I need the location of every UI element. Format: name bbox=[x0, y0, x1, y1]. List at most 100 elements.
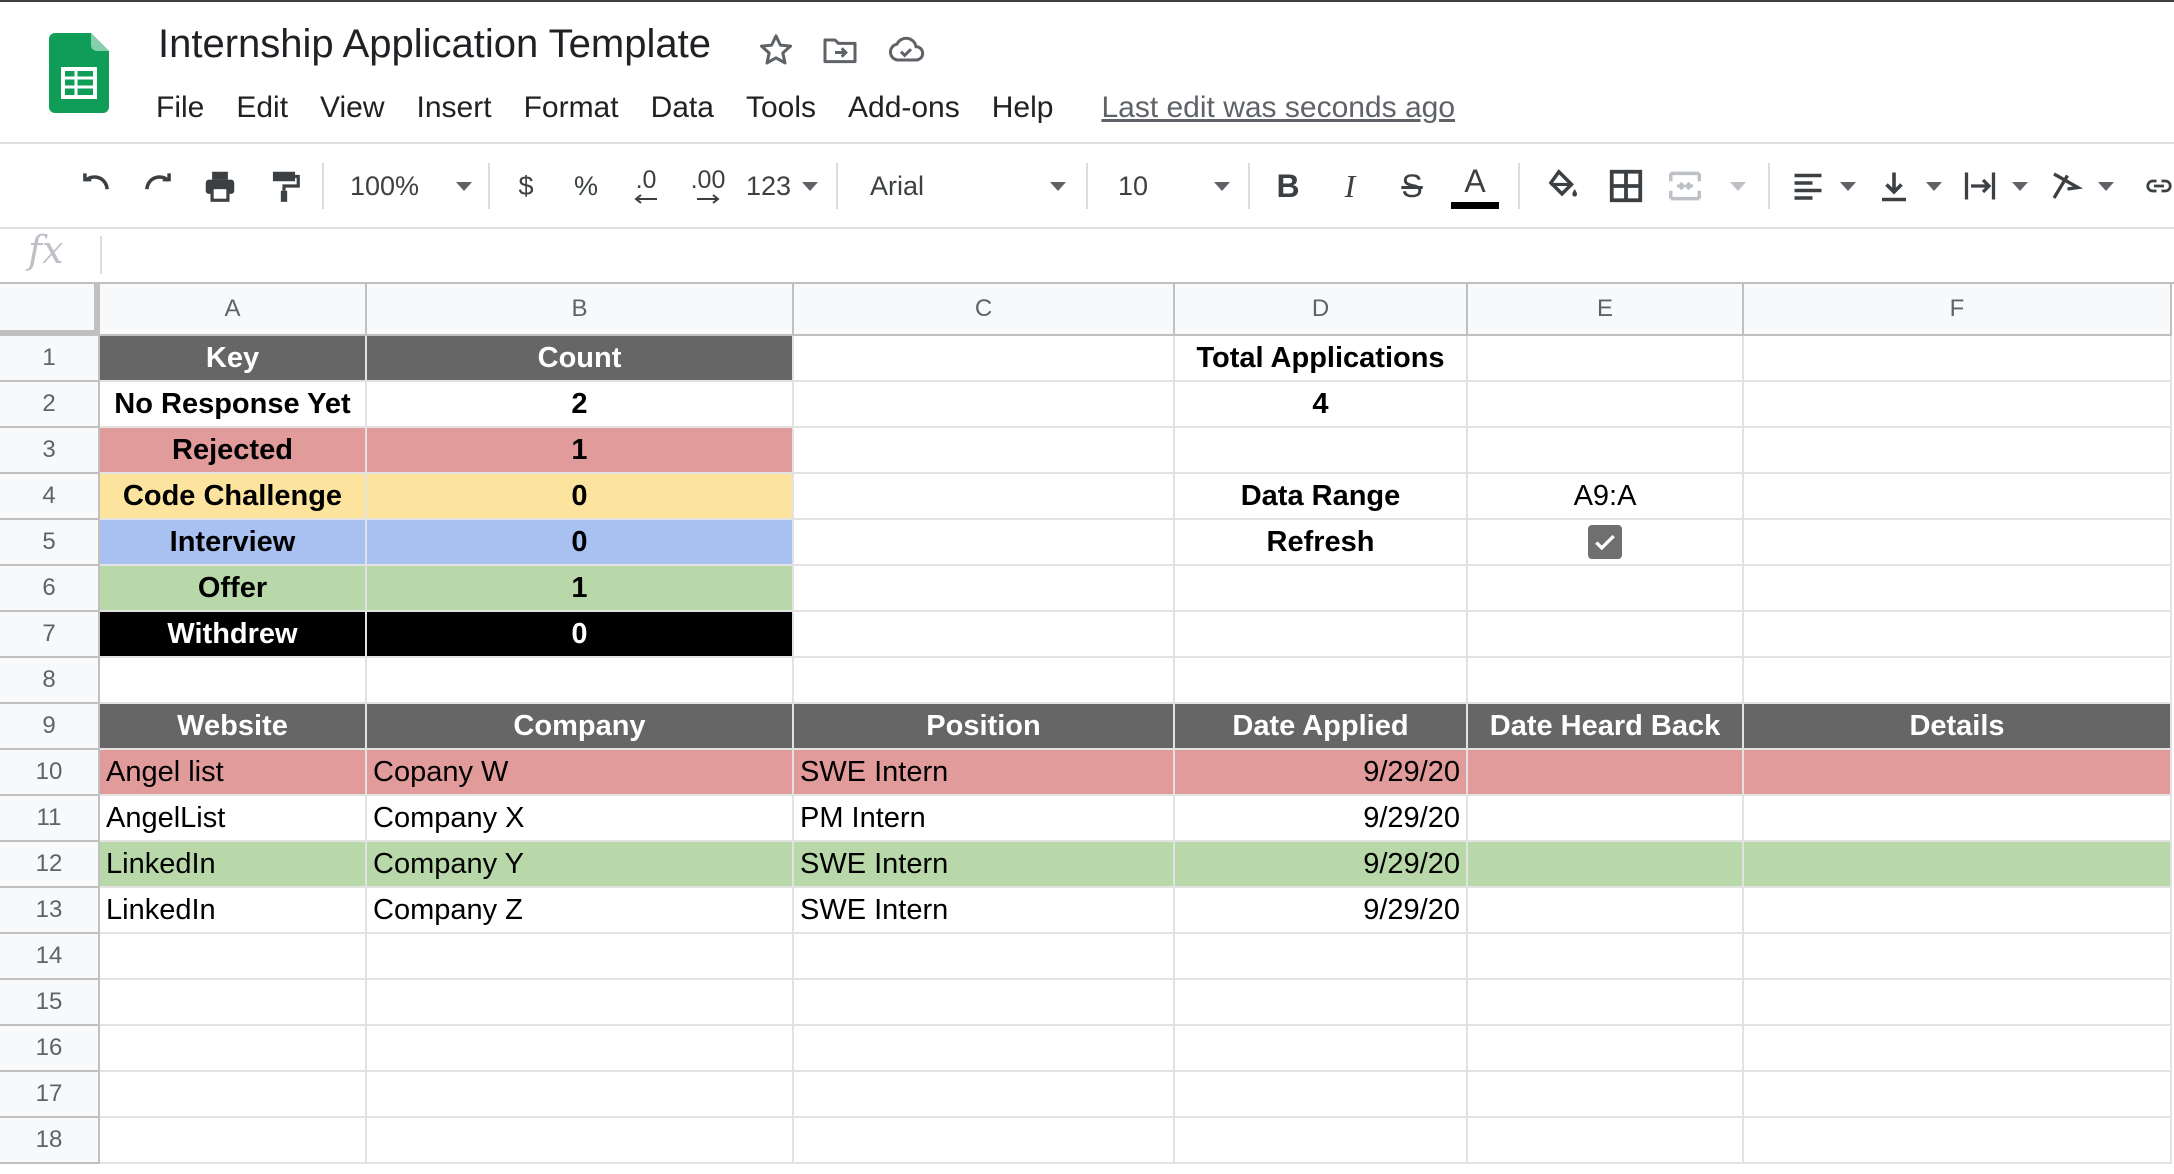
table-header-date-heard-back[interactable]: Date Heard Back bbox=[1468, 704, 1744, 750]
cell-c2[interactable] bbox=[794, 382, 1175, 428]
row-header[interactable]: 13 bbox=[0, 888, 100, 934]
cell-e8[interactable] bbox=[1468, 658, 1744, 704]
decrease-decimal-button[interactable]: .0 bbox=[622, 145, 670, 227]
empty-cell[interactable] bbox=[1468, 1026, 1744, 1072]
undo-button[interactable] bbox=[72, 145, 120, 227]
cell-b5-count[interactable]: 0 bbox=[367, 520, 794, 566]
row-header[interactable]: 16 bbox=[0, 1026, 100, 1072]
menu-add-ons[interactable]: Add-ons bbox=[848, 91, 960, 125]
table-cell-date-heard-back[interactable] bbox=[1468, 842, 1744, 888]
empty-cell[interactable] bbox=[1744, 980, 2172, 1026]
percent-format-button[interactable]: % bbox=[568, 145, 604, 227]
redo-button[interactable] bbox=[134, 145, 182, 227]
table-cell-position[interactable]: PM Intern bbox=[794, 796, 1175, 842]
table-cell-website[interactable]: LinkedIn bbox=[100, 842, 367, 888]
cell-a8[interactable] bbox=[100, 658, 367, 704]
cell-b8[interactable] bbox=[367, 658, 794, 704]
cell-f1[interactable] bbox=[1744, 336, 2172, 382]
row-header[interactable]: 11 bbox=[0, 796, 100, 842]
table-cell-date-heard-back[interactable] bbox=[1468, 750, 1744, 796]
cell-a6-key[interactable]: Offer bbox=[100, 566, 367, 612]
row-header[interactable]: 14 bbox=[0, 934, 100, 980]
table-header-website[interactable]: Website bbox=[100, 704, 367, 750]
empty-cell[interactable] bbox=[1175, 934, 1468, 980]
cell-a4-key[interactable]: Code Challenge bbox=[100, 474, 367, 520]
cell-e2[interactable] bbox=[1468, 382, 1744, 428]
row-header[interactable]: 6 bbox=[0, 566, 100, 612]
table-cell-position[interactable]: SWE Intern bbox=[794, 842, 1175, 888]
table-cell-company[interactable]: Company X bbox=[367, 796, 794, 842]
row-header[interactable]: 18 bbox=[0, 1118, 100, 1164]
row-header[interactable]: 17 bbox=[0, 1072, 100, 1118]
table-cell-website[interactable]: Angel list bbox=[100, 750, 367, 796]
cell-d1-total-label[interactable]: Total Applications bbox=[1175, 336, 1468, 382]
table-cell-company[interactable]: Copany W bbox=[367, 750, 794, 796]
column-header-f[interactable]: F bbox=[1744, 284, 2172, 336]
paint-format-button[interactable] bbox=[260, 145, 308, 227]
cell-f7[interactable] bbox=[1744, 612, 2172, 658]
menu-help[interactable]: Help bbox=[992, 91, 1054, 125]
empty-cell[interactable] bbox=[1744, 934, 2172, 980]
cloud-saved-icon[interactable] bbox=[886, 30, 926, 70]
cell-d6[interactable] bbox=[1175, 566, 1468, 612]
empty-cell[interactable] bbox=[794, 1026, 1175, 1072]
column-header-b[interactable]: B bbox=[367, 284, 794, 336]
sheets-logo-icon[interactable] bbox=[49, 33, 109, 113]
empty-cell[interactable] bbox=[1468, 934, 1744, 980]
menu-view[interactable]: View bbox=[320, 91, 384, 125]
empty-cell[interactable] bbox=[794, 1118, 1175, 1164]
borders-button[interactable] bbox=[1602, 145, 1650, 227]
cell-b7-count[interactable]: 0 bbox=[367, 612, 794, 658]
more-formats-button[interactable]: 123 bbox=[746, 145, 818, 227]
font-select[interactable]: Arial bbox=[870, 145, 1066, 227]
table-cell-position[interactable]: SWE Intern bbox=[794, 750, 1175, 796]
menu-insert[interactable]: Insert bbox=[417, 91, 492, 125]
empty-cell[interactable] bbox=[1744, 1026, 2172, 1072]
cell-a7-key[interactable]: Withdrew bbox=[100, 612, 367, 658]
cell-d8[interactable] bbox=[1175, 658, 1468, 704]
cell-c5[interactable] bbox=[794, 520, 1175, 566]
formula-input[interactable] bbox=[110, 230, 2160, 280]
cell-b3-count[interactable]: 1 bbox=[367, 428, 794, 474]
table-cell-website[interactable]: AngelList bbox=[100, 796, 367, 842]
cell-d3[interactable] bbox=[1175, 428, 1468, 474]
table-cell-position[interactable]: SWE Intern bbox=[794, 888, 1175, 934]
text-color-button[interactable]: A bbox=[1450, 145, 1500, 227]
row-header[interactable]: 4 bbox=[0, 474, 100, 520]
menu-format[interactable]: Format bbox=[524, 91, 619, 125]
cell-f5[interactable] bbox=[1744, 520, 2172, 566]
cell-d2-total-value[interactable]: 4 bbox=[1175, 382, 1468, 428]
row-header[interactable]: 10 bbox=[0, 750, 100, 796]
bold-button[interactable]: B bbox=[1268, 145, 1308, 227]
currency-format-button[interactable]: $ bbox=[508, 145, 544, 227]
cell-c6[interactable] bbox=[794, 566, 1175, 612]
menu-file[interactable]: File bbox=[156, 91, 204, 125]
cell-a3-key[interactable]: Rejected bbox=[100, 428, 367, 474]
table-cell-details[interactable] bbox=[1744, 750, 2172, 796]
empty-cell[interactable] bbox=[1175, 1026, 1468, 1072]
table-cell-website[interactable]: LinkedIn bbox=[100, 888, 367, 934]
empty-cell[interactable] bbox=[367, 1026, 794, 1072]
cell-d4-data-range-label[interactable]: Data Range bbox=[1175, 474, 1468, 520]
document-title[interactable]: Internship Application Template bbox=[158, 22, 711, 67]
empty-cell[interactable] bbox=[794, 980, 1175, 1026]
merge-cells-button[interactable] bbox=[1666, 145, 1746, 227]
cell-c8[interactable] bbox=[794, 658, 1175, 704]
column-header-e[interactable]: E bbox=[1468, 284, 1744, 336]
refresh-checkbox[interactable] bbox=[1588, 525, 1622, 559]
column-header-c[interactable]: C bbox=[794, 284, 1175, 336]
cell-e7[interactable] bbox=[1468, 612, 1744, 658]
table-cell-date-applied[interactable]: 9/29/20 bbox=[1175, 888, 1468, 934]
table-cell-company[interactable]: Company Y bbox=[367, 842, 794, 888]
empty-cell[interactable] bbox=[100, 1072, 367, 1118]
table-header-date-applied[interactable]: Date Applied bbox=[1175, 704, 1468, 750]
table-cell-date-applied[interactable]: 9/29/20 bbox=[1175, 842, 1468, 888]
cell-d5-refresh-label[interactable]: Refresh bbox=[1175, 520, 1468, 566]
cell-b2-count[interactable]: 2 bbox=[367, 382, 794, 428]
last-edit-link[interactable]: Last edit was seconds ago bbox=[1101, 91, 1455, 125]
table-cell-date-applied[interactable]: 9/29/20 bbox=[1175, 796, 1468, 842]
font-size-select[interactable]: 10 bbox=[1118, 145, 1230, 227]
cell-c7[interactable] bbox=[794, 612, 1175, 658]
empty-cell[interactable] bbox=[1744, 1118, 2172, 1164]
table-cell-details[interactable] bbox=[1744, 842, 2172, 888]
